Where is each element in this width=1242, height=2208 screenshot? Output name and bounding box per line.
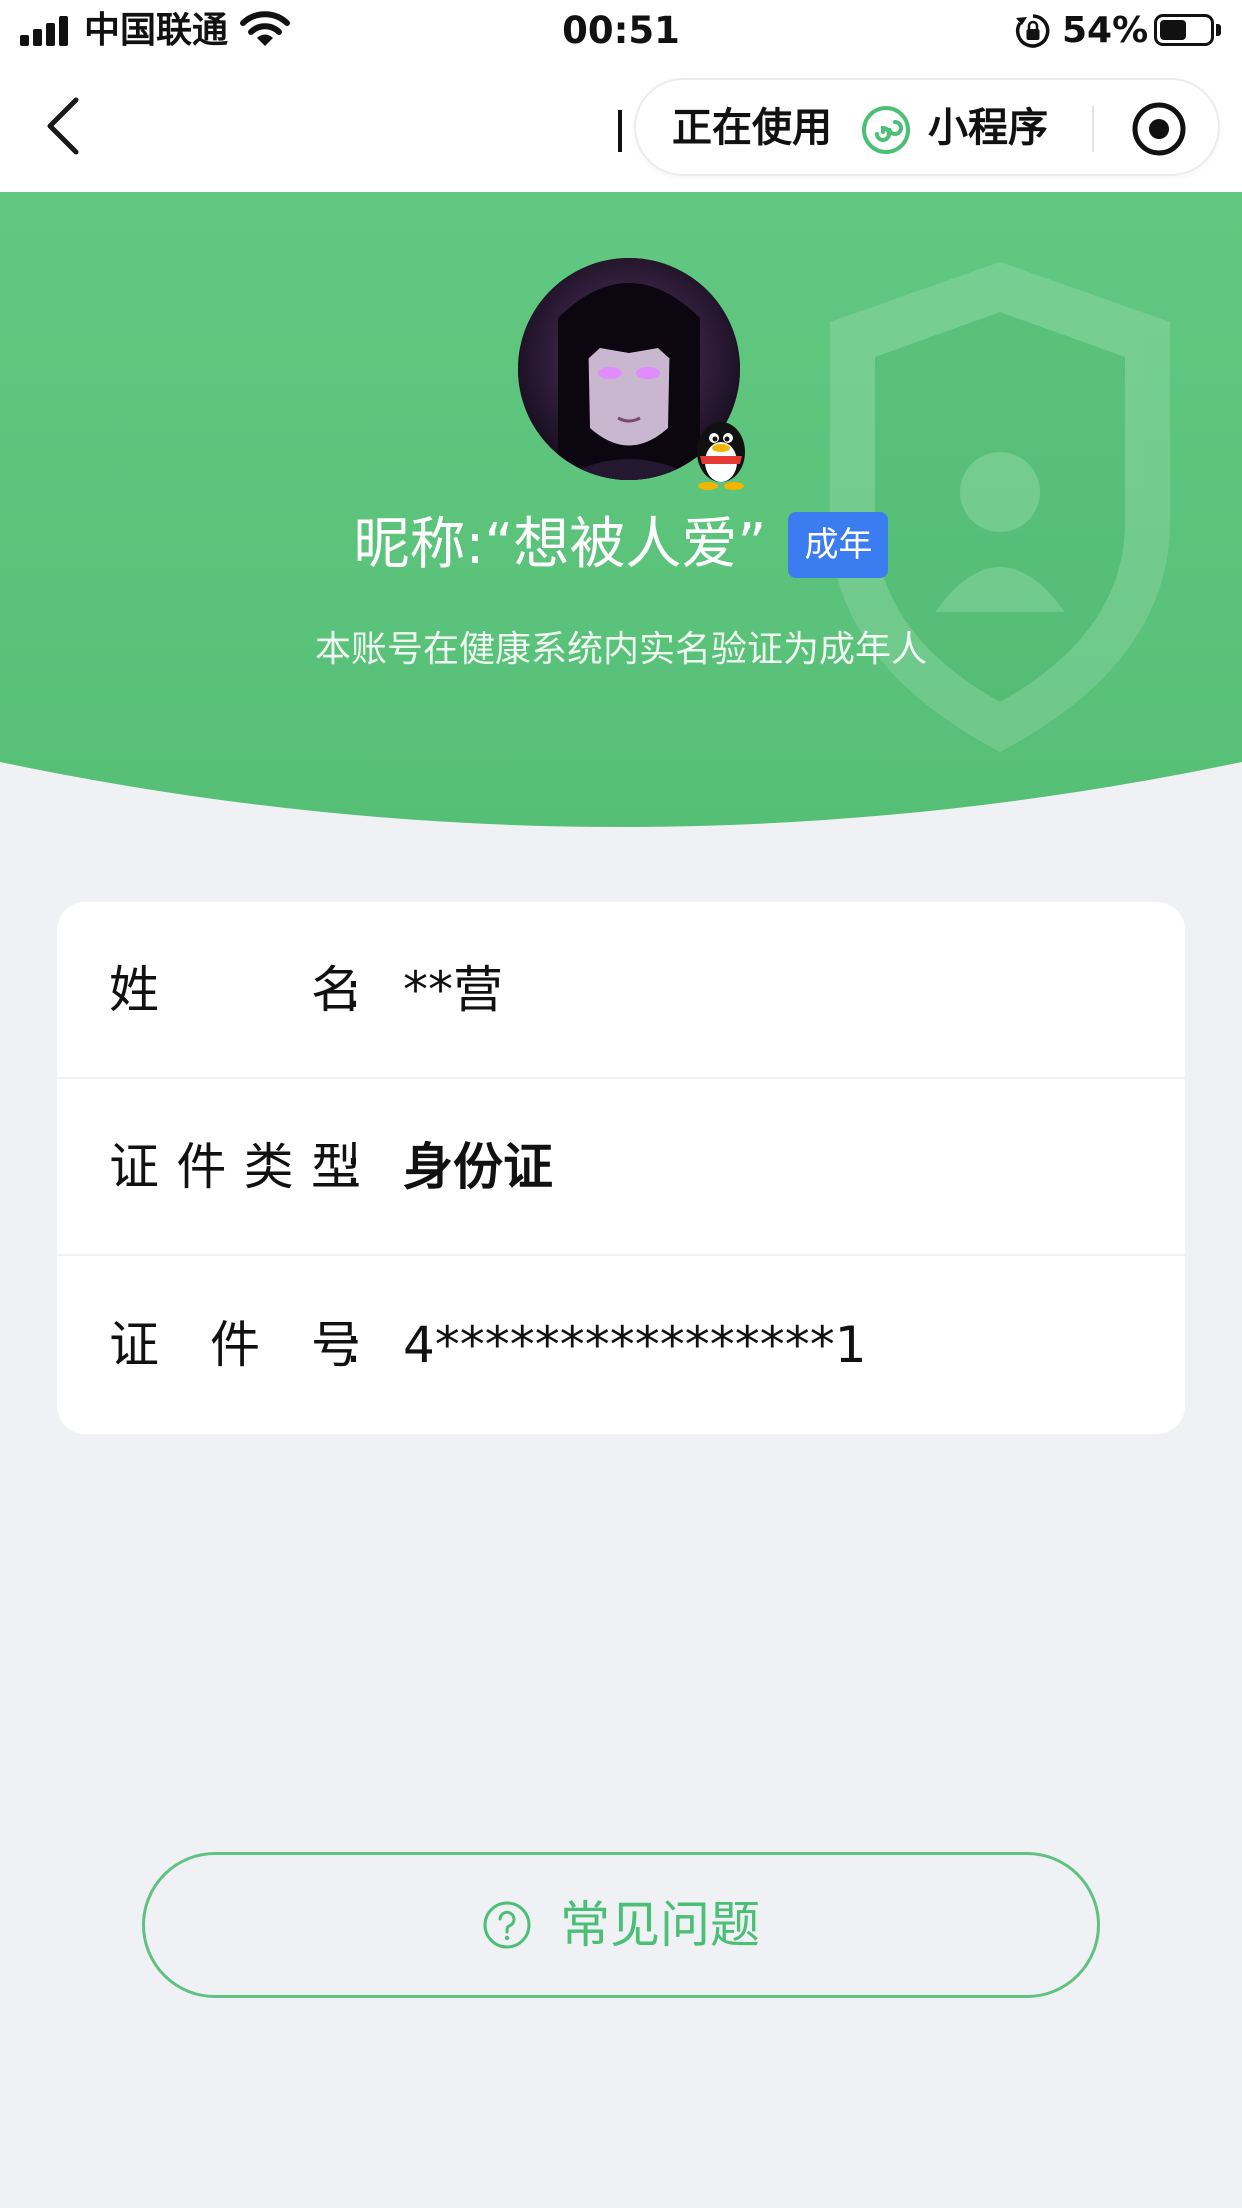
battery-level-fill <box>1160 20 1186 40</box>
close-mini-program-button[interactable] <box>1130 100 1188 158</box>
capsule-using-label[interactable]: 正在使用 <box>672 102 832 154</box>
info-row-id-type: 证件类型 : 身份证 <box>57 1079 1185 1256</box>
age-status-badge: 成年 <box>788 512 889 578</box>
info-value-name: **营 <box>403 960 503 1019</box>
info-value-id-type: 身份证 <box>403 1137 553 1196</box>
capsule-mini-program-label[interactable]: 小程序 <box>928 102 1048 154</box>
status-time: 00:51 <box>562 9 680 52</box>
nickname-row: 昵称:“想被人爱” 成年 <box>0 510 1242 580</box>
profile-header: 昵称:“想被人爱” 成年 本账号在健康系统内实名验证为成年人 <box>0 192 1242 832</box>
identity-info-card: 姓名 : **营 证件类型 : 身份证 证件号 : 4*************… <box>57 902 1185 1434</box>
info-value-id-number: 4****************1 <box>403 1315 867 1374</box>
battery-icon <box>1154 14 1214 46</box>
nickname: 昵称:“想被人爱” <box>353 512 767 577</box>
text-cursor <box>618 110 622 152</box>
battery-percentage: 54% <box>1062 10 1149 51</box>
faq-label: 常见问题 <box>560 1896 760 1954</box>
question-circle-icon <box>483 1901 531 1949</box>
mini-program-capsule: 正在使用 小程序 <box>634 78 1220 176</box>
navigation-bar: 正在使用 小程序 <box>0 62 1242 192</box>
label-char: 类 <box>243 1137 294 1196</box>
info-colon: : <box>345 1137 362 1196</box>
faq-button[interactable]: 常见问题 <box>142 1852 1100 1998</box>
orientation-lock-icon <box>1015 14 1050 48</box>
label-char: 件 <box>176 1137 227 1196</box>
label-char: 证 <box>109 1315 159 1374</box>
info-label-id-number: 证件号 <box>109 1313 361 1377</box>
label-char: 姓 <box>109 960 159 1019</box>
info-row-name: 姓名 : **营 <box>57 902 1185 1079</box>
qq-penguin-icon <box>697 422 745 490</box>
mini-program-link-icon[interactable] <box>860 104 912 156</box>
info-colon: : <box>345 960 362 1019</box>
info-colon: : <box>345 1315 362 1374</box>
verification-note: 本账号在健康系统内实名验证为成年人 <box>314 629 927 670</box>
info-label-name: 姓名 <box>109 958 361 1022</box>
back-button[interactable] <box>36 94 92 158</box>
chevron-left-icon <box>47 97 79 155</box>
battery-cap <box>1216 24 1221 36</box>
status-bar: 中国联通 00:51 54% <box>0 0 1242 62</box>
label-char: 证 <box>109 1137 159 1196</box>
info-label-id-type: 证件类型 <box>109 1135 361 1199</box>
capsule-divider <box>1092 106 1094 152</box>
info-row-id-number: 证件号 : 4****************1 <box>57 1256 1185 1433</box>
label-char: 件 <box>210 1315 260 1374</box>
